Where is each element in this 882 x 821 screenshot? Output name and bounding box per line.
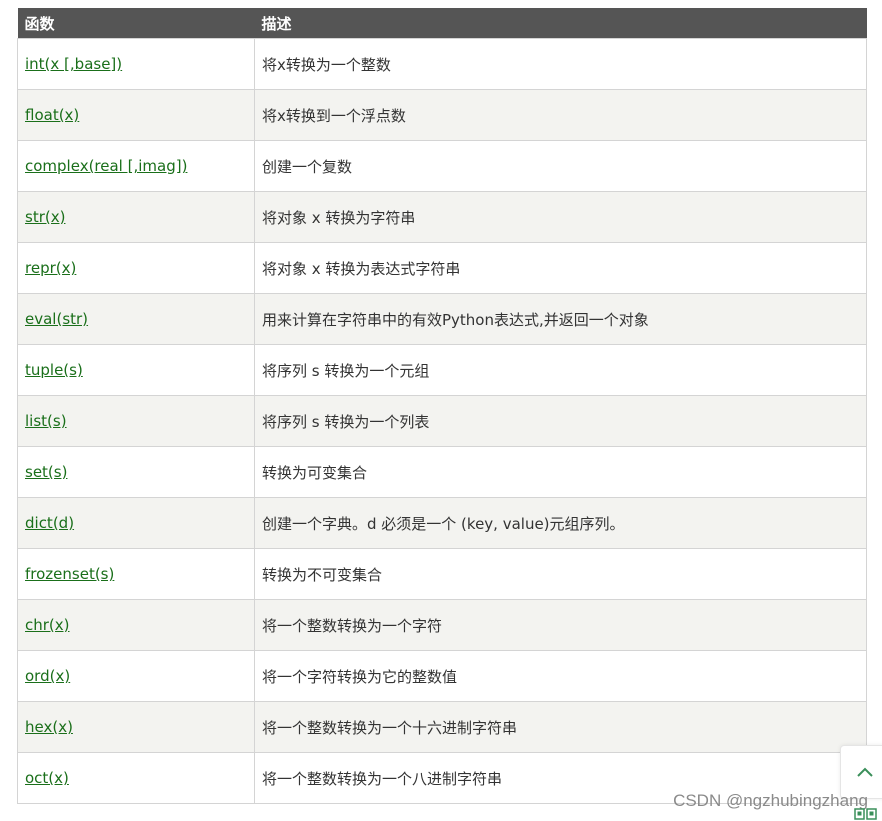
column-header-description: 描述 [254,8,867,39]
table-row: chr(x) 将一个整数转换为一个字符 [17,599,867,651]
function-cell: tuple(s) [17,344,255,396]
table-row: int(x [,base]) 将x转换为一个整数 [17,38,867,90]
function-cell: eval(str) [17,293,255,345]
function-cell: ord(x) [17,650,255,702]
description-cell: 创建一个复数 [254,140,867,192]
function-cell: dict(d) [17,497,255,549]
table-row: list(s) 将序列 s 转换为一个列表 [17,395,867,447]
watermark: CSDN @ngzhubingzhang [673,791,868,810]
table-row: str(x) 将对象 x 转换为字符串 [17,191,867,243]
table-body: int(x [,base]) 将x转换为一个整数 float(x) 将x转换到一个浮点… [17,38,867,804]
description-cell: 将x转换到一个浮点数 [254,89,867,141]
function-cell: repr(x) [17,242,255,294]
table-row: frozenset(s) 转换为不可变集合 [17,548,867,600]
function-table: 函数 描述 int(x [,base]) 将x转换为一个整数 float(x) 将x转… [17,8,867,804]
function-link[interactable]: oct(x) [25,769,69,787]
function-cell: complex(real [,imag]) [17,140,255,192]
description-cell: 将序列 s 转换为一个列表 [254,395,867,447]
description-cell: 转换为不可变集合 [254,548,867,600]
description-cell: 将对象 x 转换为字符串 [254,191,867,243]
function-cell: hex(x) [17,701,255,753]
function-link[interactable]: complex(real [,imag]) [25,157,187,175]
function-cell: int(x [,base]) [17,38,255,90]
description-cell: 创建一个字典。d 必须是一个 (key, value)元组序列。 [254,497,867,549]
table-row: float(x) 将x转换到一个浮点数 [17,89,867,141]
function-link[interactable]: str(x) [25,208,65,226]
function-link[interactable]: ord(x) [25,667,70,685]
chevron-up-icon [857,767,873,777]
description-cell: 将一个整数转换为一个十六进制字符串 [254,701,867,753]
table-row: ord(x) 将一个字符转换为它的整数值 [17,650,867,702]
function-link[interactable]: float(x) [25,106,79,124]
page: 函数 描述 int(x [,base]) 将x转换为一个整数 float(x) 将x转… [0,0,882,821]
table-row: dict(d) 创建一个字典。d 必须是一个 (key, value)元组序列。 [17,497,867,549]
function-link[interactable]: dict(d) [25,514,74,532]
table-row: repr(x) 将对象 x 转换为表达式字符串 [17,242,867,294]
grid-icon [854,808,877,820]
function-link[interactable]: repr(x) [25,259,76,277]
function-link[interactable]: frozenset(s) [25,565,114,583]
description-cell: 将一个字符转换为它的整数值 [254,650,867,702]
function-link[interactable]: int(x [,base]) [25,55,122,73]
function-link[interactable]: chr(x) [25,616,70,634]
function-link[interactable]: hex(x) [25,718,73,736]
description-cell: 将对象 x 转换为表达式字符串 [254,242,867,294]
description-cell: 将x转换为一个整数 [254,38,867,90]
table-row: eval(str) 用来计算在字符串中的有效Python表达式,并返回一个对象 [17,293,867,345]
table-row: complex(real [,imag]) 创建一个复数 [17,140,867,192]
table-row: set(s) 转换为可变集合 [17,446,867,498]
function-link[interactable]: set(s) [25,463,67,481]
function-link[interactable]: eval(str) [25,310,88,328]
table-header-row: 函数 描述 [17,8,867,39]
description-cell: 用来计算在字符串中的有效Python表达式,并返回一个对象 [254,293,867,345]
function-cell: float(x) [17,89,255,141]
function-link[interactable]: list(s) [25,412,67,430]
description-cell: 将一个整数转换为一个字符 [254,599,867,651]
function-cell: oct(x) [17,752,255,804]
function-cell: set(s) [17,446,255,498]
description-cell: 将序列 s 转换为一个元组 [254,344,867,396]
function-cell: frozenset(s) [17,548,255,600]
description-cell: 转换为可变集合 [254,446,867,498]
function-cell: str(x) [17,191,255,243]
function-cell: list(s) [17,395,255,447]
column-header-function: 函数 [17,8,255,39]
table-row: hex(x) 将一个整数转换为一个十六进制字符串 [17,701,867,753]
function-link[interactable]: tuple(s) [25,361,83,379]
table-row: tuple(s) 将序列 s 转换为一个元组 [17,344,867,396]
function-cell: chr(x) [17,599,255,651]
